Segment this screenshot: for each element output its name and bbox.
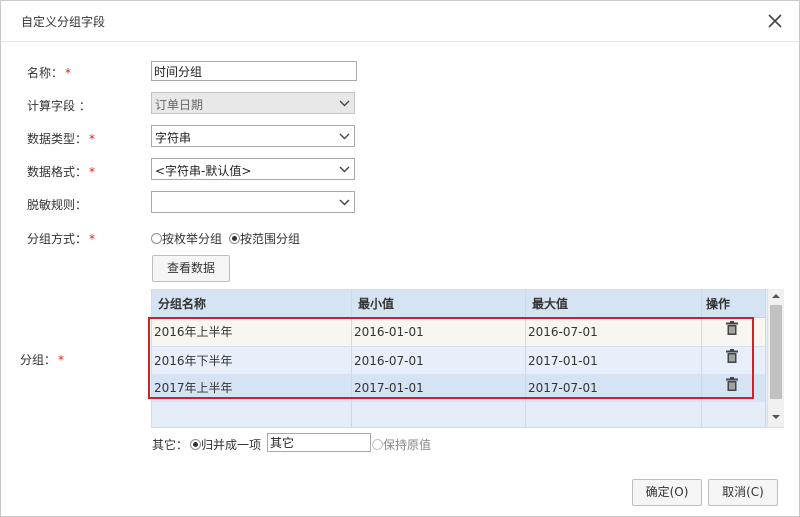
radio-button-selected[interactable]	[190, 439, 201, 450]
column-header-max[interactable]: 最大值	[532, 290, 568, 319]
trash-icon[interactable]	[726, 349, 738, 363]
table-row[interactable]: 2017年上半年 2017-01-01 2017-07-01	[152, 374, 766, 403]
group-name-cell[interactable]: 2017年上半年	[154, 374, 233, 402]
calc-field-select[interactable]: 订单日期	[151, 92, 355, 114]
grid-scrollbar[interactable]	[767, 289, 784, 427]
group-grid: 分组名称 最小值 最大值 操作 2016年上半年 2016-01-01 2016…	[151, 289, 784, 428]
masking-rule-label: 脱敏规则：	[27, 198, 88, 212]
group-name-cell[interactable]: 2016年上半年	[154, 318, 233, 346]
chevron-down-icon	[339, 166, 350, 173]
data-type-select[interactable]: 字符串	[151, 125, 355, 147]
scroll-up-arrow-icon[interactable]	[772, 293, 780, 299]
ok-button[interactable]: 确定(O)	[632, 479, 702, 506]
min-value-cell[interactable]: 2017-01-01	[354, 374, 424, 402]
keep-original-option[interactable]: 保持原值	[372, 436, 431, 453]
cancel-button[interactable]: 取消(C)	[708, 479, 778, 506]
view-data-button[interactable]: 查看数据	[152, 255, 230, 282]
name-input[interactable]	[151, 61, 357, 81]
group-name-cell[interactable]: 2016年下半年	[154, 347, 233, 375]
column-header-group-name[interactable]: 分组名称	[158, 290, 206, 319]
group-mode-range-option[interactable]: 按范围分组	[229, 230, 300, 247]
radio-button-selected[interactable]	[229, 233, 240, 244]
column-divider	[525, 290, 526, 427]
min-value-cell[interactable]: 2016-07-01	[354, 347, 424, 375]
max-value-cell[interactable]: 2017-01-01	[528, 347, 598, 375]
data-type-label: 数据类型： *	[27, 132, 96, 146]
column-header-actions: 操作	[706, 297, 731, 311]
column-header-min[interactable]: 最小值	[358, 290, 394, 319]
data-format-select[interactable]: <字符串-默认值>	[151, 158, 355, 180]
grid-header: 分组名称 最小值 最大值 操作	[152, 290, 766, 318]
merge-option[interactable]: 归并成一项	[190, 436, 261, 453]
custom-group-field-dialog: 自定义分组字段 名称：* 计算字段 ： 订单日期 数据类型：* 字符串 数据格式…	[0, 0, 800, 517]
max-value-cell[interactable]: 2016-07-01	[528, 318, 598, 346]
table-row[interactable]: 2016年下半年 2016-07-01 2017-01-01	[152, 347, 766, 376]
column-divider	[351, 290, 352, 427]
merge-value-input[interactable]	[267, 433, 371, 452]
other-label: 其它：	[152, 438, 189, 452]
scrollbar-thumb[interactable]	[770, 305, 782, 399]
column-divider	[765, 290, 766, 427]
calc-field-label: 计算字段 ：	[27, 99, 91, 113]
empty-row	[152, 402, 766, 427]
table-row[interactable]: 2016年上半年 2016-01-01 2016-07-01	[152, 318, 766, 347]
chevron-down-icon	[339, 199, 350, 206]
max-value-cell[interactable]: 2017-07-01	[528, 374, 598, 402]
chevron-down-icon	[339, 100, 350, 107]
masking-rule-select[interactable]	[151, 191, 355, 213]
group-mode-enum-option[interactable]: 按枚举分组	[151, 230, 222, 247]
group-label: 分组： *	[20, 353, 65, 367]
title-divider	[1, 41, 799, 42]
name-label: 名称： *	[27, 66, 72, 80]
radio-button[interactable]	[372, 439, 383, 450]
radio-button[interactable]	[151, 233, 162, 244]
data-format-label: 数据格式： *	[27, 165, 96, 179]
column-divider	[701, 290, 702, 427]
trash-icon[interactable]	[726, 321, 738, 335]
close-icon[interactable]	[765, 11, 785, 31]
scroll-down-arrow-icon[interactable]	[772, 414, 780, 420]
min-value-cell[interactable]: 2016-01-01	[354, 318, 424, 346]
group-mode-label: 分组方式： *	[27, 232, 96, 246]
chevron-down-icon	[339, 133, 350, 140]
dialog-title: 自定义分组字段	[21, 15, 106, 29]
trash-icon[interactable]	[726, 377, 738, 391]
